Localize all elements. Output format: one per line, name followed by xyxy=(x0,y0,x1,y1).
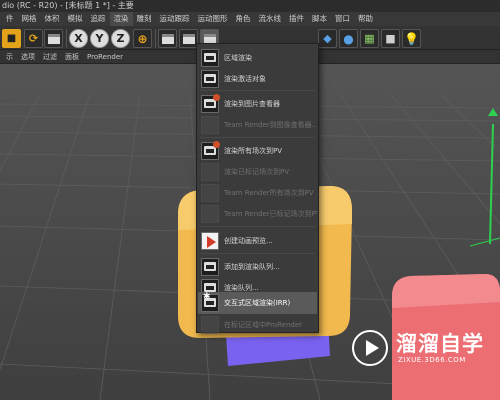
team-render-marked-takes-icon xyxy=(201,204,219,223)
rotate-tool-icon[interactable]: ⟳ xyxy=(24,29,43,48)
menu-item-label: 渲染到图片查看器 xyxy=(224,99,280,108)
floor-object-icon[interactable]: ▦ xyxy=(360,29,379,48)
watermark-title: 溜溜自学 xyxy=(396,332,484,356)
menu-item-label: Team Render所有场次到PV xyxy=(224,188,314,197)
menu-item-interactive-render-region[interactable]: ✱ 交互式区域渲染(IRR) xyxy=(198,292,317,314)
menu-item-label: 创建动画预览... xyxy=(224,236,273,245)
menu-item-render-region[interactable]: 区域渲染 xyxy=(198,47,317,68)
play-circle-icon xyxy=(352,330,388,366)
menu-item-make-preview[interactable]: 创建动画预览... xyxy=(198,230,317,251)
menu-item-label: Team Render已标记场次到PV xyxy=(224,209,317,218)
sphere-object-icon[interactable]: ● xyxy=(339,29,358,48)
menu-help[interactable]: 帮助 xyxy=(354,12,377,26)
menu-tracker[interactable]: 追踪 xyxy=(87,12,110,26)
x-axis-lock-icon[interactable]: X xyxy=(69,29,88,48)
render-to-picture-viewer-icon xyxy=(201,93,220,113)
menu-item-add-to-render-queue[interactable]: 添加到渲染队列... xyxy=(198,256,317,277)
window-title: dio (RC - R20) - [未标题 1 *] - 主要 xyxy=(2,1,134,10)
window-titlebar: dio (RC - R20) - [未标题 1 *] - 主要 xyxy=(0,0,500,12)
team-render-icon xyxy=(201,115,219,134)
watermark-logo: 溜溜自学 ZIXUE.3D66.COM xyxy=(352,322,483,382)
menu-item-prorender-marked-region: 在标记区域中ProRender xyxy=(198,314,317,335)
menu-script[interactable]: 脚本 xyxy=(308,12,331,26)
menu-item-label: 在标记区域中ProRender xyxy=(224,320,303,329)
y-axis-gizmo[interactable] xyxy=(469,108,500,247)
menu-separator xyxy=(200,137,315,138)
coordinate-system-icon[interactable]: ⊕ xyxy=(133,29,152,48)
render-view-icon[interactable] xyxy=(158,29,177,48)
viewport-menu-panel[interactable]: 面板 xyxy=(61,52,83,62)
viewport-menu-options[interactable]: 选项 xyxy=(17,52,39,62)
toolbar-separator xyxy=(155,29,156,48)
menu-item-render-to-picture-viewer[interactable]: 渲染到图片查看器 xyxy=(198,93,317,114)
menu-plugins[interactable]: 插件 xyxy=(285,12,308,26)
add-to-render-queue-icon xyxy=(201,257,219,276)
light-object-icon[interactable]: 💡 xyxy=(402,29,421,48)
viewport-menu-prorender[interactable]: ProRender xyxy=(83,53,127,61)
menu-separator xyxy=(200,253,315,254)
clapper-icon[interactable] xyxy=(44,29,63,48)
cube-object-icon[interactable]: ◆ xyxy=(318,29,337,48)
menu-separator xyxy=(200,226,315,227)
menu-mesh[interactable]: 网格 xyxy=(18,12,41,26)
menu-mograph[interactable]: 运动图形 xyxy=(194,12,232,26)
menu-item-label: 渲染所有场次到PV xyxy=(224,146,283,155)
make-preview-icon xyxy=(201,231,219,250)
render-marked-takes-icon xyxy=(201,162,219,181)
edit-mode-icon[interactable]: ■ xyxy=(2,29,21,48)
viewport-menu-display[interactable]: 示 xyxy=(2,52,17,62)
menu-item-label: 添加到渲染队列... xyxy=(224,262,280,271)
menu-motion-tracking[interactable]: 运动跟踪 xyxy=(156,12,194,26)
render-dropdown-menu: 区域渲染 渲染激活对象 渲染到图片查看器 Team Render到图像查看器..… xyxy=(196,43,319,335)
menu-render[interactable]: 渲染 xyxy=(109,12,133,26)
menu-item-team-render-all-takes: Team Render所有场次到PV xyxy=(198,182,317,203)
menu-window[interactable]: 窗口 xyxy=(331,12,354,26)
menu-item-render-all-takes[interactable]: 渲染所有场次到PV xyxy=(198,140,317,161)
menu-item-label: 区域渲染 xyxy=(224,53,252,62)
menu-file[interactable]: 件 xyxy=(2,12,18,26)
menu-separator xyxy=(200,90,315,91)
menu-item-label: 渲染队列... xyxy=(224,283,259,292)
render-region-icon xyxy=(201,48,219,67)
z-axis-lock-icon[interactable]: Z xyxy=(111,29,130,48)
menu-item-render-active-object[interactable]: 渲染激活对象 xyxy=(198,68,317,89)
watermark-subtitle: ZIXUE.3D66.COM xyxy=(398,356,466,364)
y-axis-lock-icon[interactable]: Y xyxy=(90,29,109,48)
menu-sculpt[interactable]: 雕刻 xyxy=(133,12,156,26)
menu-simulate[interactable]: 模拟 xyxy=(64,12,87,26)
menu-item-render-marked-takes: 渲染已标记场次到PV xyxy=(198,161,317,182)
menu-item-label: 交互式区域渲染(IRR) xyxy=(224,299,291,307)
menu-pipeline[interactable]: 流水线 xyxy=(255,12,286,26)
render-active-object-icon xyxy=(201,69,219,88)
menu-volume[interactable]: 体积 xyxy=(41,12,64,26)
menu-item-label: 渲染激活对象 xyxy=(224,74,266,83)
menu-item-label: Team Render到图像查看器... xyxy=(224,120,317,129)
viewport-menu-filter[interactable]: 过滤 xyxy=(39,52,61,62)
toolbar-separator xyxy=(66,29,67,48)
menu-item-team-render-marked-takes: Team Render已标记场次到PV xyxy=(198,203,317,224)
main-menubar: 件 网格 体积 模拟 追踪 渲染 雕刻 运动跟踪 运动图形 角色 流水线 插件 … xyxy=(0,12,500,26)
prorender-icon xyxy=(201,315,219,334)
camera-object-icon[interactable]: ■ xyxy=(381,29,400,48)
team-render-all-takes-icon xyxy=(201,183,219,202)
interactive-render-region-icon: ✱ xyxy=(201,292,219,312)
menu-item-team-render-picture-viewer: Team Render到图像查看器... xyxy=(198,114,317,135)
render-all-takes-icon xyxy=(201,140,220,160)
menu-item-label: 渲染已标记场次到PV xyxy=(224,167,290,176)
menu-character[interactable]: 角色 xyxy=(232,12,255,26)
